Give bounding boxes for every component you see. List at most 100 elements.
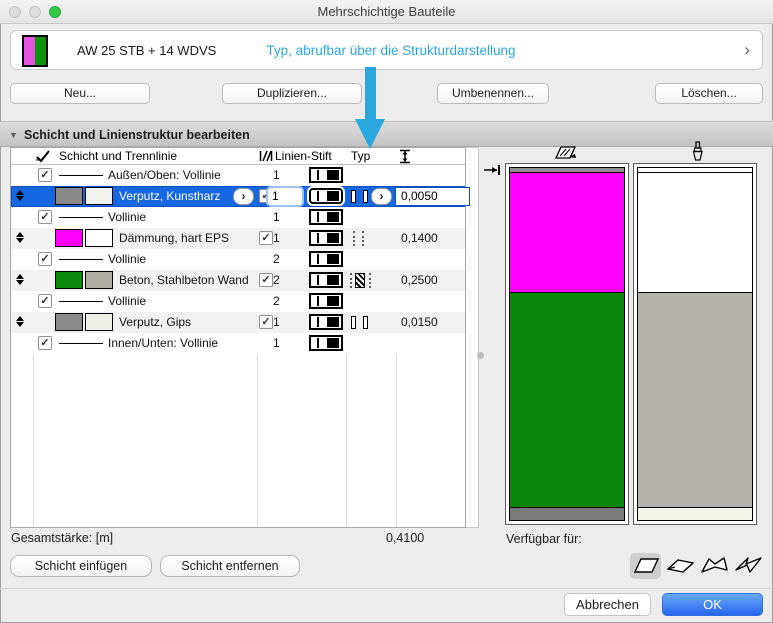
- delete-button[interactable]: Löschen...: [655, 83, 763, 104]
- layer-label: Dämmung, hart EPS: [119, 228, 229, 249]
- splitter-handle[interactable]: [477, 352, 484, 359]
- disclosure-triangle-icon[interactable]: ▼: [9, 130, 18, 140]
- skin-type-icon: [349, 189, 373, 204]
- separator-visibility-checkbox[interactable]: ✓: [38, 294, 52, 308]
- skin-type-icon: [349, 315, 373, 330]
- thickness-icon: [399, 149, 411, 164]
- pen-number: 2: [273, 270, 280, 291]
- surface-layer: [638, 292, 752, 507]
- surface-brush-icon: [690, 141, 705, 162]
- surface-color-swatch[interactable]: [85, 229, 113, 247]
- surface-preview-column[interactable]: [633, 163, 757, 525]
- separator-row[interactable]: ✓Außen/Oben: Vollinie1: [11, 165, 465, 186]
- pen-preview-button[interactable]: [309, 293, 343, 309]
- fill-layer: [510, 292, 624, 507]
- layer-core-checkbox[interactable]: ✓: [259, 315, 273, 329]
- wall-toggle-button[interactable]: [630, 553, 661, 579]
- section-header[interactable]: ▼ Schicht und Linienstruktur bearbeiten: [0, 121, 773, 147]
- pen-number: 1: [273, 333, 280, 354]
- title-bar[interactable]: Mehrschichtige Bauteile: [0, 0, 773, 24]
- separator-visibility-checkbox[interactable]: ✓: [38, 168, 52, 182]
- fill-layer: [510, 507, 624, 520]
- pen-preview-button[interactable]: [309, 167, 343, 183]
- footer-divider: [0, 588, 773, 589]
- pen-preview-button[interactable]: [309, 209, 343, 225]
- separator-check-icon: [35, 149, 51, 164]
- insert-skin-button[interactable]: Schicht einfügen: [10, 555, 152, 577]
- new-button[interactable]: Neu...: [10, 83, 150, 104]
- rename-button[interactable]: Umbenennen...: [437, 83, 549, 104]
- remove-skin-button[interactable]: Schicht entfernen: [160, 555, 300, 577]
- shell-toggle-button[interactable]: [732, 553, 763, 579]
- total-thickness-label: Gesamtstärke: [m]: [11, 531, 113, 545]
- separator-row[interactable]: ✓ Vollinie 1: [11, 207, 465, 228]
- available-for-label: Verfügbar für:: [506, 532, 582, 546]
- surface-color-swatch[interactable]: [85, 187, 113, 205]
- layer-label: Verputz, Kunstharz: [119, 186, 220, 207]
- layer-options-chevron[interactable]: ›: [233, 188, 254, 205]
- pen-preview-button[interactable]: [309, 314, 343, 330]
- layer-core-checkbox[interactable]: ✓: [259, 231, 273, 245]
- surface-layer: [638, 172, 752, 292]
- fill-preview-column[interactable]: [505, 163, 629, 525]
- section-title: Schicht und Linienstruktur bearbeiten: [24, 128, 250, 142]
- total-thickness-value: 0,4100: [386, 531, 424, 545]
- skin-rows: ✓ Außen/Oben: Vollinie 1 Verputz, Kunstharz…: [11, 165, 465, 354]
- fill-color-swatch[interactable]: [55, 271, 83, 289]
- pen-preview-button[interactable]: [309, 251, 343, 267]
- layer-row[interactable]: Verputz, Kunstharz›✓1›0,0050: [11, 186, 465, 207]
- annotation-arrow: [365, 67, 376, 120]
- layer-core-checkbox[interactable]: ✓: [259, 273, 273, 287]
- separator-label: Außen/Oben: Vollinie: [108, 165, 221, 186]
- pen-preview-button[interactable]: [309, 230, 343, 246]
- separator-visibility-checkbox[interactable]: ✓: [38, 210, 52, 224]
- column-pen: Linien-Stift: [275, 149, 332, 163]
- annotation-text: Typ, abrufbar über die Strukturdarstellu…: [211, 43, 571, 58]
- surface-layer: [638, 507, 752, 520]
- separator-visibility-checkbox[interactable]: ✓: [38, 336, 52, 350]
- duplicate-button[interactable]: Duplizieren...: [222, 83, 362, 104]
- ok-button[interactable]: OK: [662, 593, 763, 616]
- row-reorder-handle[interactable]: [15, 315, 25, 328]
- row-reorder-handle[interactable]: [15, 189, 25, 202]
- thickness-field[interactable]: 0,0050: [395, 187, 470, 206]
- separator-label: Vollinie: [108, 207, 146, 228]
- layer-row[interactable]: Verputz, Gips✓10,0150: [11, 312, 465, 333]
- slab-toggle-button[interactable]: [664, 553, 695, 579]
- roof-icon: [699, 553, 729, 577]
- row-reorder-handle[interactable]: [15, 231, 25, 244]
- composite-selector[interactable]: AW 25 STB + 14 WDVS Typ, abrufbar über d…: [10, 30, 763, 70]
- column-type: Typ: [351, 149, 370, 163]
- separator-row[interactable]: ✓Innen/Unten: Vollinie1: [11, 333, 465, 354]
- layer-label: Beton, Stahlbeton Wand: [119, 270, 249, 291]
- line-type-sample: [59, 301, 103, 302]
- fill-color-swatch[interactable]: [55, 313, 83, 331]
- pen-number: 1: [273, 207, 280, 228]
- row-reorder-handle[interactable]: [15, 273, 25, 286]
- cancel-button[interactable]: Abbrechen: [564, 593, 651, 616]
- roof-toggle-button[interactable]: [698, 553, 729, 579]
- separator-row[interactable]: ✓Vollinie2: [11, 291, 465, 312]
- fill-color-swatch[interactable]: [55, 187, 83, 205]
- pen-preview-button[interactable]: [309, 335, 343, 351]
- skin-check-icon: [259, 149, 273, 163]
- pen-number: 1: [273, 228, 280, 249]
- surface-color-swatch[interactable]: [85, 271, 113, 289]
- composite-name: AW 25 STB + 14 WDVS: [77, 43, 216, 58]
- surface-color-swatch[interactable]: [85, 313, 113, 331]
- layer-row[interactable]: Beton, Stahlbeton Wand✓20,2500: [11, 270, 465, 291]
- type-options-chevron[interactable]: ›: [371, 188, 392, 205]
- fill-layer: [510, 172, 624, 292]
- skin-type-icon: [349, 273, 373, 288]
- separator-visibility-checkbox[interactable]: ✓: [38, 252, 52, 266]
- pen-number-field[interactable]: 1: [268, 188, 302, 205]
- layer-row[interactable]: Dämmung, hart EPS✓10,1400: [11, 228, 465, 249]
- skin-table: Schicht und Trennlinie Linien-Stift Typ …: [10, 147, 466, 528]
- table-header: Schicht und Trennlinie Linien-Stift Typ: [11, 148, 465, 165]
- thickness-value: 0,0150: [401, 312, 438, 333]
- fill-color-swatch[interactable]: [55, 229, 83, 247]
- line-type-sample: [59, 259, 103, 260]
- pen-preview-button[interactable]: [309, 272, 343, 288]
- pen-preview-button[interactable]: [309, 188, 343, 204]
- separator-row[interactable]: ✓Vollinie2: [11, 249, 465, 270]
